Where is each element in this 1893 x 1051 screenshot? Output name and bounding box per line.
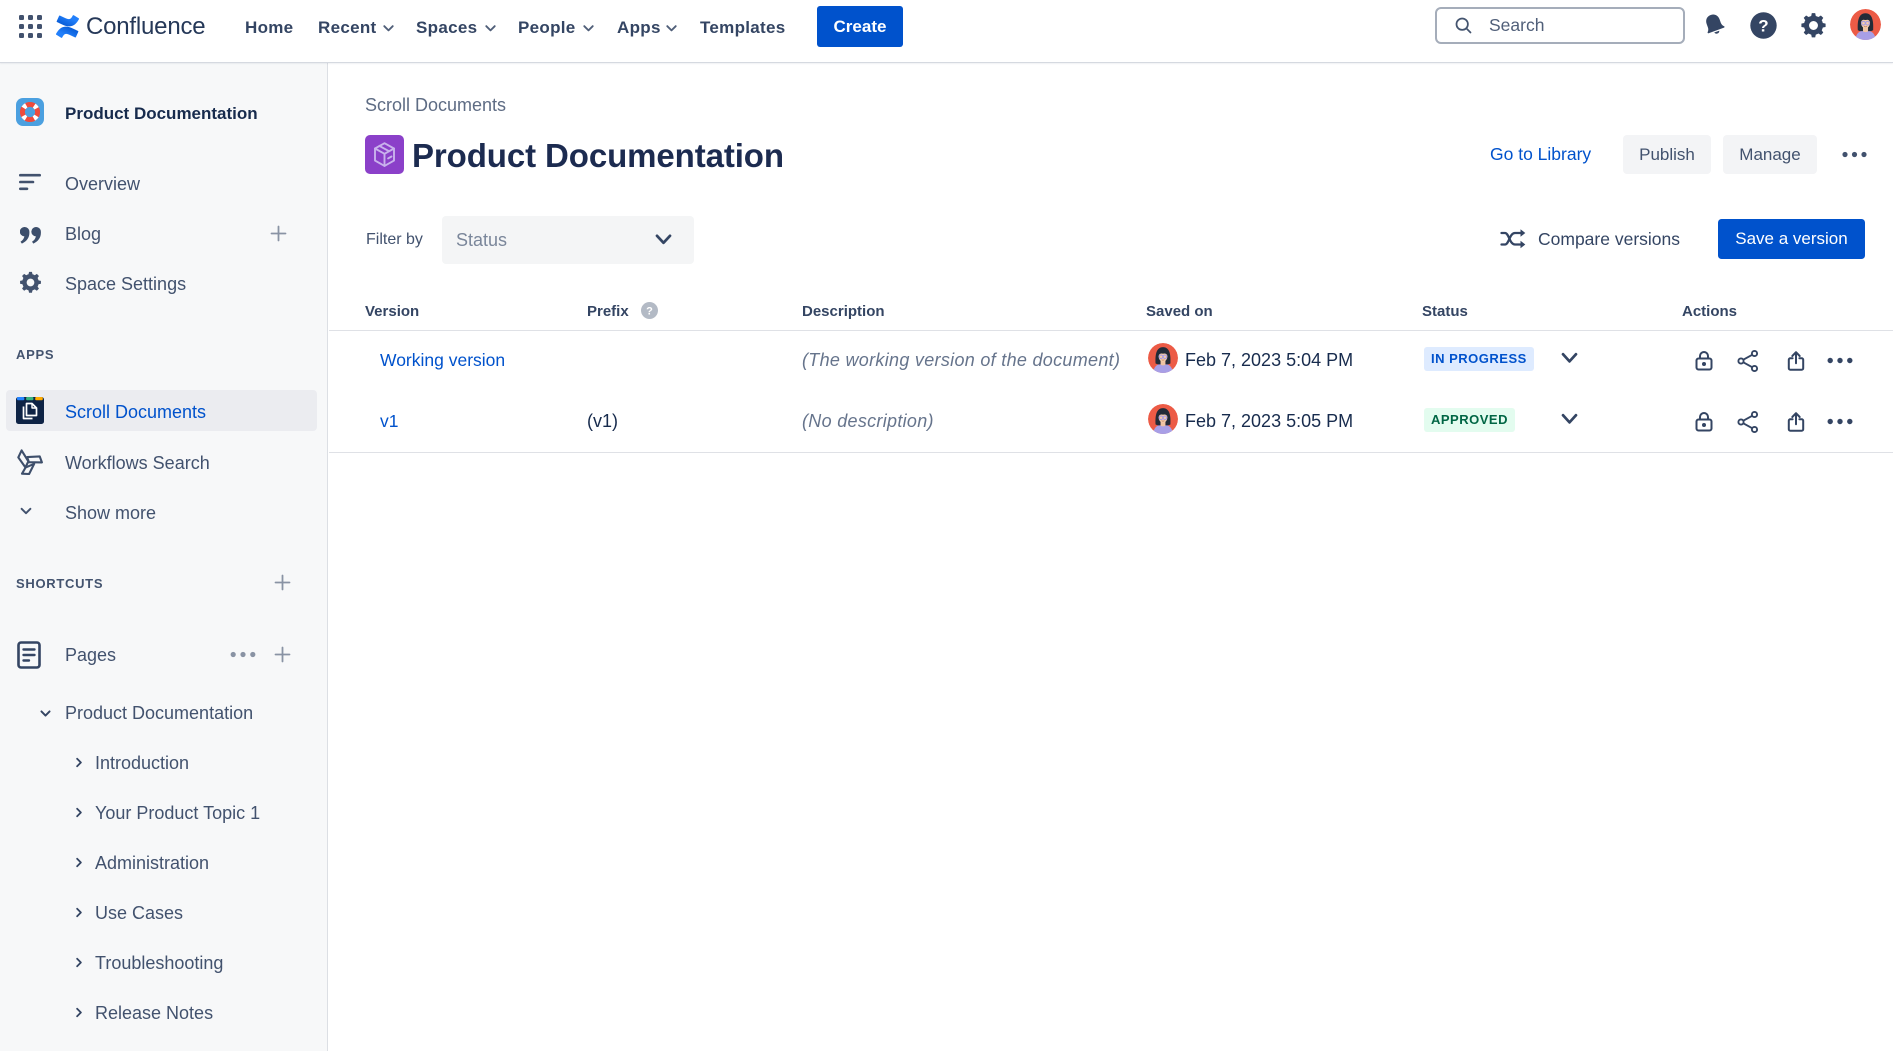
svg-text:?: ? xyxy=(1758,17,1768,36)
svg-text:?: ? xyxy=(646,306,653,318)
